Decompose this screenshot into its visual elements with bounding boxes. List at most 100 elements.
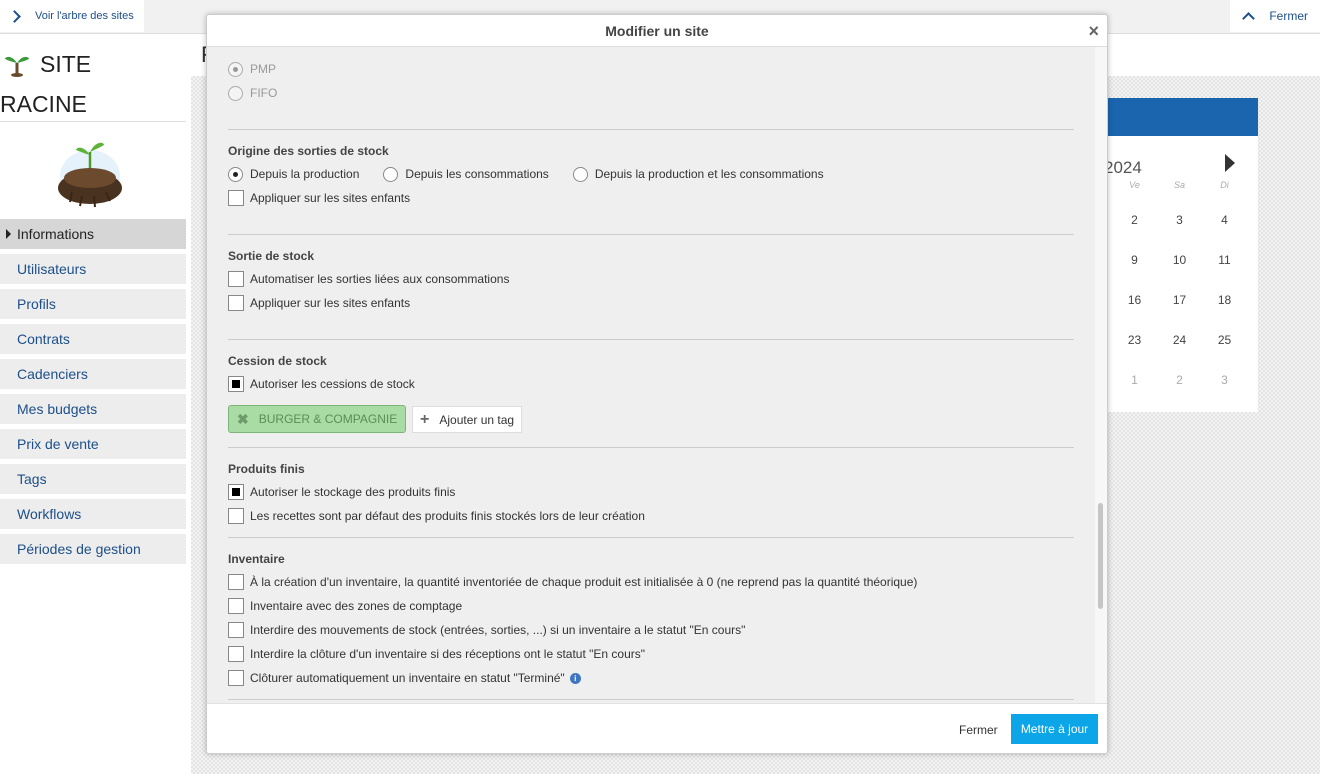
section-divider: [228, 699, 1074, 700]
radio-fifo-label: FIFO: [250, 86, 278, 100]
calendar-next-arrow-icon[interactable]: [1225, 154, 1235, 172]
sidebar-item-tags[interactable]: Tags: [0, 464, 186, 494]
inventory-opt1[interactable]: À la création d'un inventaire, la quanti…: [228, 573, 917, 591]
close-button[interactable]: Fermer: [959, 723, 998, 737]
sidebar-item-contrats[interactable]: Contrats: [0, 324, 186, 354]
section-divider: [228, 234, 1074, 235]
info-icon[interactable]: i: [569, 672, 581, 684]
close-icon[interactable]: ×: [1088, 15, 1099, 47]
calendar-day[interactable]: 2: [1112, 213, 1157, 253]
inventory-opt4-checkbox[interactable]: [228, 646, 244, 662]
scrollbar-thumb[interactable]: [1098, 503, 1103, 609]
calendar-day[interactable]: 1: [1112, 373, 1157, 413]
calendar-day[interactable]: 25: [1202, 333, 1247, 373]
sidebar-nav: Informations Utilisateurs Profils Contra…: [0, 219, 186, 569]
radio-fifo-control[interactable]: [228, 85, 243, 101]
section-title-finished: Produits finis: [228, 462, 305, 476]
sidebar-item-cadenciers[interactable]: Cadenciers: [0, 359, 186, 389]
chevron-up-icon: [1242, 11, 1256, 25]
day-header: Di: [1220, 180, 1229, 190]
sprout-icon: [5, 56, 29, 77]
sidebar-item-workflows[interactable]: Workflows: [0, 499, 186, 529]
calendar-day[interactable]: 16: [1112, 293, 1157, 333]
radio-pmp-label: PMP: [250, 62, 277, 76]
calendar-day[interactable]: 9: [1112, 253, 1157, 293]
calendar-day[interactable]: 3: [1157, 213, 1202, 253]
inventory-opt5[interactable]: Clôturer automatiquement un inventaire e…: [228, 669, 581, 687]
inventory-opt1-label: À la création d'un inventaire, la quanti…: [250, 575, 918, 589]
finished-recipes-default-checkbox[interactable]: [228, 508, 244, 524]
exit-apply-children-checkbox[interactable]: [228, 295, 244, 311]
calendar-day[interactable]: 23: [1112, 333, 1157, 373]
cession-allow-checkbox[interactable]: [228, 376, 244, 392]
divider: [0, 121, 186, 122]
sidebar-item-utilisateurs[interactable]: Utilisateurs: [0, 254, 186, 284]
inventory-opt4[interactable]: Interdire la clôture d'un inventaire si …: [228, 645, 645, 663]
inventory-opt5-checkbox[interactable]: [228, 670, 244, 686]
radio-from-both[interactable]: [572, 166, 588, 182]
origin-apply-children-label: Appliquer sur les sites enfants: [250, 191, 411, 205]
site-image: [58, 142, 122, 208]
origin-apply-children[interactable]: Appliquer sur les sites enfants: [228, 189, 410, 207]
section-title-exit: Sortie de stock: [228, 249, 315, 263]
site-title: SITE RACINE: [0, 44, 186, 124]
radio-pmp[interactable]: PMP: [228, 60, 276, 78]
calendar-day[interactable]: 24: [1157, 333, 1202, 373]
close-panel-button[interactable]: Fermer: [1230, 0, 1320, 32]
site-title-line2: RACINE: [0, 91, 87, 117]
calendar-day[interactable]: 17: [1157, 293, 1202, 333]
finished-recipes-default[interactable]: Les recettes sont par défaut des produit…: [228, 507, 645, 525]
add-tag-label: Ajouter un tag: [439, 412, 515, 427]
update-button[interactable]: Mettre à jour: [1011, 714, 1098, 744]
inventory-opt2[interactable]: Inventaire avec des zones de comptage: [228, 597, 462, 615]
modal-footer: Fermer Mettre à jour: [207, 703, 1107, 753]
inventory-opt1-checkbox[interactable]: [228, 574, 244, 590]
finished-allow-storage-label: Autoriser le stockage des produits finis: [250, 485, 456, 499]
exit-apply-children[interactable]: Appliquer sur les sites enfants: [228, 294, 410, 312]
exit-automate-label: Automatiser les sorties liées aux consom…: [250, 272, 510, 286]
sidebar-item-profils[interactable]: Profils: [0, 289, 186, 319]
section-divider: [228, 537, 1074, 538]
exit-automate-checkbox[interactable]: [228, 271, 244, 287]
inventory-opt2-label: Inventaire avec des zones de comptage: [250, 599, 463, 613]
edit-site-modal: Modifier un site × PMP FIFO Origine des …: [206, 14, 1108, 754]
cession-allow[interactable]: Autoriser les cessions de stock: [228, 375, 415, 393]
section-title-inventory: Inventaire: [228, 552, 285, 566]
plus-icon: +: [420, 410, 430, 428]
finished-allow-storage-checkbox[interactable]: [228, 484, 244, 500]
section-divider: [228, 129, 1074, 130]
inventory-opt3[interactable]: Interdire des mouvements de stock (entré…: [228, 621, 745, 639]
sidebar-item-periodes-de-gestion[interactable]: Périodes de gestion: [0, 534, 186, 564]
radio-from-both-label: Depuis la production et les consommation…: [594, 167, 824, 181]
radio-pmp-control[interactable]: [228, 61, 243, 77]
modal-header: Modifier un site ×: [207, 15, 1107, 47]
calendar-day[interactable]: 2: [1157, 373, 1202, 413]
modal-scrollbar[interactable]: [1095, 47, 1107, 703]
sidebar: SITE RACINE Informations Utilisateurs Pr…: [0, 34, 190, 774]
remove-tag-icon[interactable]: ✖: [237, 411, 249, 428]
radio-from-production-label: Depuis la production: [250, 167, 360, 181]
section-title-cession: Cession de stock: [228, 354, 327, 368]
calendar-day[interactable]: 10: [1157, 253, 1202, 293]
sidebar-item-informations[interactable]: Informations: [0, 219, 186, 249]
radio-from-consumptions[interactable]: [383, 166, 399, 182]
sidebar-item-mes-budgets[interactable]: Mes budgets: [0, 394, 186, 424]
inventory-opt2-checkbox[interactable]: [228, 598, 244, 614]
calendar: 2024 Ve Sa Di 2 3 4 9 10 11 16 17 18 23 …: [1100, 98, 1258, 412]
site-tree-link[interactable]: Voir l'arbre des sites: [0, 0, 144, 32]
calendar-day[interactable]: 4: [1202, 213, 1247, 253]
calendar-grid: 2 3 4 9 10 11 16 17 18 23 24 25 1 2 3: [1112, 213, 1248, 413]
finished-allow-storage[interactable]: Autoriser le stockage des produits finis: [228, 483, 455, 501]
radio-fifo[interactable]: FIFO: [228, 84, 277, 102]
inventory-opt3-checkbox[interactable]: [228, 622, 244, 638]
calendar-day[interactable]: 3: [1202, 373, 1247, 413]
origin-apply-children-checkbox[interactable]: [228, 190, 244, 206]
radio-from-production[interactable]: [228, 166, 243, 182]
calendar-day[interactable]: 18: [1202, 293, 1247, 333]
calendar-day[interactable]: 11: [1202, 253, 1247, 293]
add-tag-button[interactable]: + Ajouter un tag: [412, 406, 523, 433]
exit-automate[interactable]: Automatiser les sorties liées aux consom…: [228, 270, 509, 288]
sidebar-item-prix-de-vente[interactable]: Prix de vente: [0, 429, 186, 459]
calendar-day-headers: Ve Sa Di: [1112, 180, 1248, 190]
tag-chip[interactable]: ✖ BURGER & COMPAGNIE: [228, 405, 407, 433]
